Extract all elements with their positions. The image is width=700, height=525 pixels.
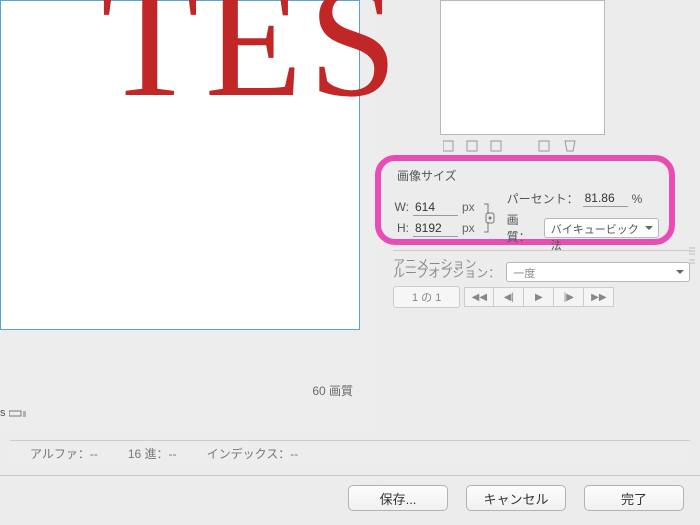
height-unit: px <box>462 221 480 235</box>
pager-last-button[interactable]: ▶▶ <box>584 287 614 307</box>
image-size-group: 画像サイズ W: px H: px <box>375 155 675 245</box>
pager-prev-button[interactable]: ◀| <box>494 287 524 307</box>
pager-first-button[interactable]: ◀◀ <box>464 287 494 307</box>
dialog-buttons: 保存... キャンセル 完了 <box>348 485 684 511</box>
footer-divider <box>0 475 700 476</box>
aspect-lock-toggle[interactable] <box>480 197 501 239</box>
width-unit: px <box>462 200 480 214</box>
canvas-sample-text: TES <box>101 0 403 121</box>
quality-select-value: バイキュービック法 <box>551 224 639 252</box>
cancel-button[interactable]: キャンセル <box>466 485 566 511</box>
ruler-dropdown[interactable]: s <box>0 407 40 425</box>
pager-count: 1 の 1 <box>393 286 460 308</box>
save-button[interactable]: 保存... <box>348 485 448 511</box>
percent-input[interactable] <box>583 190 628 207</box>
image-size-title: 画像サイズ <box>397 167 659 184</box>
loop-select[interactable]: 一度 <box>506 262 690 282</box>
height-label: H: <box>391 221 409 235</box>
hex-readout: 16 進：-- <box>128 445 177 462</box>
scrollbar-handle[interactable] <box>688 246 696 266</box>
thumbnail-preview <box>440 0 605 135</box>
loop-option-row: ループオプション： 一度 <box>393 262 690 282</box>
quality-label: 画質： <box>507 211 540 245</box>
done-button[interactable]: 完了 <box>584 485 684 511</box>
height-input[interactable] <box>413 220 458 237</box>
frame-pager: 1 の 1 ◀◀ ◀| ▶ |▶ ▶▶ <box>393 286 690 308</box>
percent-label: パーセント： <box>507 190 579 207</box>
ruler-icon <box>9 408 27 418</box>
color-info-bar: アルファ：-- 16 進：-- インデックス：-- <box>10 440 690 466</box>
width-input[interactable] <box>413 199 458 216</box>
percent-unit: % <box>632 192 643 206</box>
preview-pane: TES 60 画質 s <box>0 0 375 430</box>
pager-play-button[interactable]: ▶ <box>524 287 554 307</box>
loop-label: ループオプション： <box>393 264 500 281</box>
preview-quality-label: 60 画質 <box>312 382 353 399</box>
width-label: W: <box>391 200 409 214</box>
alpha-readout: アルファ：-- <box>30 445 98 462</box>
canvas-outline[interactable]: TES <box>0 0 360 330</box>
index-readout: インデックス：-- <box>207 445 299 462</box>
loop-select-value: 一度 <box>513 268 535 280</box>
ruler-suffix: s <box>0 407 6 419</box>
pager-next-button[interactable]: |▶ <box>554 287 584 307</box>
quality-select[interactable]: バイキュービック法 <box>544 218 659 238</box>
